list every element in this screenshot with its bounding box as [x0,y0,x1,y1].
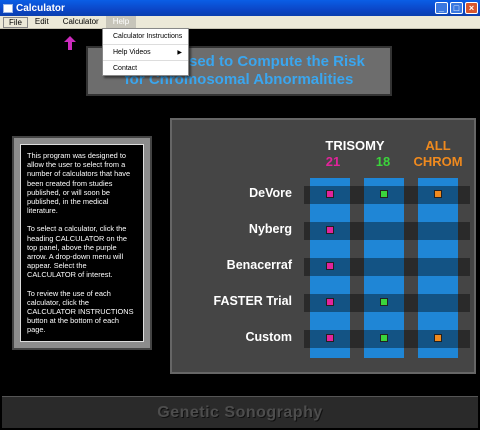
menu-item-label: Calculator Instructions [113,33,183,40]
help-dropdown: Calculator Instructions Help Videos ▶ Con… [102,28,189,76]
calculator-cell-faster-trial-t18[interactable] [380,298,388,306]
column-header-chrom: CHROM [413,154,463,169]
calculator-cell-devore-t21[interactable] [326,190,334,198]
calculator-cell-faster-trial-t21[interactable] [326,298,334,306]
menu-item-label: Help Videos [113,49,151,56]
menu-item-contact[interactable]: Contact [103,61,188,77]
purple-arrow-icon [64,36,76,50]
column-header-18: 18 [375,154,391,169]
instructions-paragraph-1: This program was designed to allow the u… [27,151,131,216]
menu-edit[interactable]: Edit [28,16,56,28]
menu-file[interactable]: File [3,16,28,28]
menu-help[interactable]: Help [105,16,137,28]
maximize-button[interactable]: □ [450,2,463,14]
column-header-trisomy: TRISOMY [325,138,385,153]
row-label-nyberg[interactable]: Nyberg [170,222,292,236]
row-label-faster-trial[interactable]: FASTER Trial [170,294,293,308]
app-icon [3,3,13,13]
footer-banner: Genetic Sonography [2,396,478,428]
row-label-custom[interactable]: Custom [170,330,292,344]
menu-item-help-videos[interactable]: Help Videos ▶ [103,45,188,61]
row-label-devore[interactable]: DeVore [170,186,292,200]
calculator-cell-custom-t21[interactable] [326,334,334,342]
instructions-paragraph-2: To select a calculator, click the headin… [27,224,127,280]
column-header-21: 21 [325,154,341,169]
instructions-paragraph-3: To review the use of each calculator, cl… [27,288,134,335]
calculator-cell-devore-all[interactable] [434,190,442,198]
window-titlebar: Calculator _ □ × [0,0,480,16]
menu-calculator[interactable]: Calculator [56,16,106,28]
close-button[interactable]: × [465,2,478,14]
calculator-cell-nyberg-t21[interactable] [326,226,334,234]
instructions-panel: This program was designed to allow the u… [12,136,152,350]
submenu-arrow-icon: ▶ [177,50,182,56]
column-header-all: ALL [425,138,451,153]
instructions-text-area: This program was designed to allow the u… [20,144,144,342]
calculator-cell-devore-t18[interactable] [380,190,388,198]
menu-item-label: Contact [113,65,138,72]
footer-text: Genetic Sonography [157,403,323,421]
minimize-button[interactable]: _ [435,2,448,14]
menubar: File Edit Calculator Help [0,16,480,29]
menu-item-calculator-instructions[interactable]: Calculator Instructions [103,29,188,45]
calculator-cell-benacerraf-t21[interactable] [326,262,334,270]
calculator-cell-custom-all[interactable] [434,334,442,342]
window-title: Calculator [16,2,65,14]
calculator-cell-custom-t18[interactable] [380,334,388,342]
row-label-benacerraf[interactable]: Benacerraf [170,258,292,272]
